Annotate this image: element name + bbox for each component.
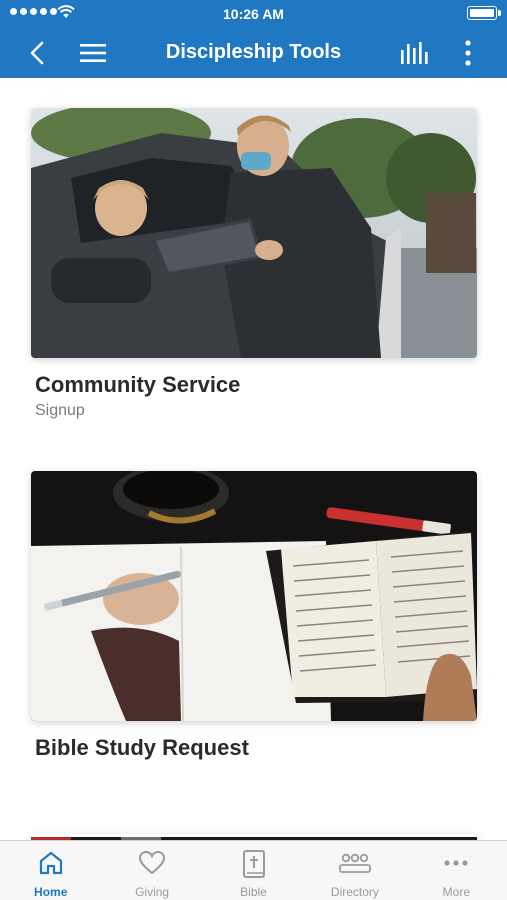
page-title: Discipleship Tools bbox=[165, 41, 342, 63]
bottom-tab-bar: Home Giving Bible Directory More bbox=[0, 840, 507, 900]
card-image[interactable] bbox=[31, 108, 477, 358]
battery-icon bbox=[467, 6, 501, 20]
photo-volunteer-at-car-window bbox=[31, 108, 477, 358]
status-bar: 10:26 AM bbox=[0, 0, 507, 28]
tab-bible[interactable]: Bible bbox=[203, 841, 304, 900]
tab-label: Home bbox=[34, 885, 68, 899]
tab-more[interactable]: More bbox=[406, 841, 507, 900]
status-time: 10:26 AM bbox=[223, 6, 284, 22]
people-icon bbox=[339, 853, 371, 873]
bible-icon bbox=[242, 850, 265, 878]
tab-home[interactable]: Home bbox=[0, 841, 101, 900]
home-icon bbox=[39, 851, 62, 875]
card-title: Community Service bbox=[35, 372, 241, 397]
tab-label: Bible bbox=[240, 885, 267, 899]
card-title: Bible Study Request bbox=[35, 735, 249, 760]
tab-label: Giving bbox=[135, 885, 170, 899]
tab-label: More bbox=[442, 885, 470, 899]
nav-bar: Discipleship Tools bbox=[0, 28, 507, 78]
back-chevron-icon[interactable] bbox=[25, 39, 53, 67]
tab-giving[interactable]: Giving bbox=[101, 841, 202, 900]
tab-directory[interactable]: Directory bbox=[304, 841, 405, 900]
content-list: Community Service Signup Bible Study Req… bbox=[0, 78, 507, 840]
tab-label: Directory bbox=[330, 885, 379, 899]
ellipsis-icon bbox=[444, 860, 468, 866]
card-subtitle: Signup bbox=[35, 402, 85, 419]
heart-icon bbox=[139, 850, 166, 875]
card-image[interactable] bbox=[31, 471, 477, 721]
card-bible-study-request[interactable]: Bible Study Request bbox=[31, 471, 477, 761]
bar-chart-icon[interactable] bbox=[398, 40, 430, 66]
vertical-ellipsis-icon[interactable] bbox=[456, 38, 480, 68]
photo-notebook-and-open-bible bbox=[31, 471, 477, 721]
hamburger-menu-icon[interactable] bbox=[78, 40, 108, 66]
card-community-service[interactable]: Community Service Signup bbox=[31, 108, 477, 420]
